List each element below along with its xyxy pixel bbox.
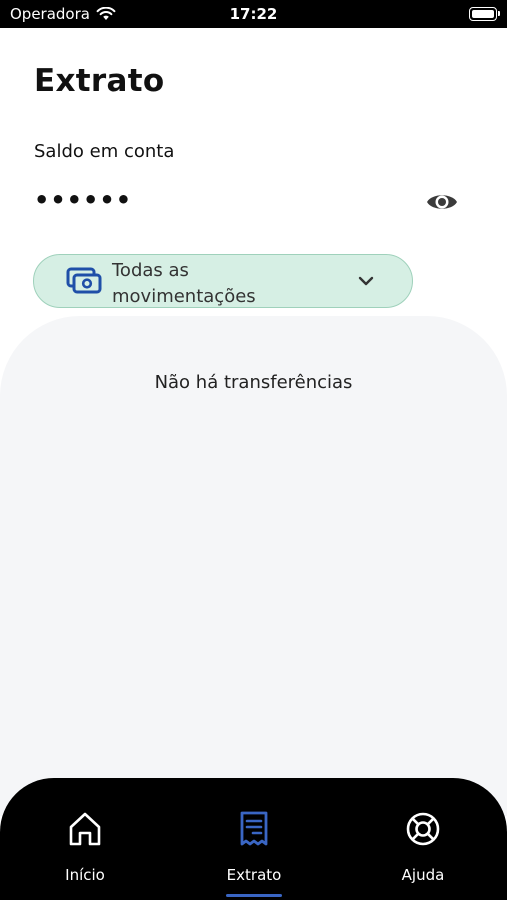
- home-icon: [69, 812, 101, 846]
- chevron-down-icon: [358, 276, 374, 286]
- nav-item-extrato[interactable]: Extrato: [194, 778, 314, 900]
- nav-label-inicio: Início: [65, 866, 105, 884]
- balance-value: ••••••: [34, 186, 133, 214]
- status-time: 17:22: [229, 5, 278, 23]
- transactions-filter-dropdown[interactable]: Todas as movimentações: [33, 254, 413, 308]
- battery-icon: [469, 7, 500, 21]
- receipt-icon: [240, 811, 268, 846]
- status-bar: Operadora 17:22: [0, 0, 507, 28]
- extrato-screen: Operadora 17:22 Extrato Saldo em conta •…: [0, 0, 507, 900]
- lifebuoy-icon: [406, 812, 440, 846]
- nav-item-inicio[interactable]: Início: [25, 778, 145, 900]
- transactions-panel: Não há transferências: [0, 316, 507, 816]
- eye-icon[interactable]: [425, 189, 459, 215]
- balance-label: Saldo em conta: [34, 141, 175, 162]
- nav-item-ajuda[interactable]: Ajuda: [363, 778, 483, 900]
- nav-label-ajuda: Ajuda: [401, 866, 445, 884]
- page-title: Extrato: [34, 63, 165, 99]
- bottom-nav: Início Extrato Ajuda: [0, 778, 507, 900]
- active-tab-indicator: [226, 894, 282, 897]
- nav-label-extrato: Extrato: [226, 866, 282, 884]
- money-icon: [66, 267, 102, 294]
- filter-selected-value: Todas as movimentações: [112, 260, 256, 307]
- empty-state-message: Não há transferências: [154, 372, 353, 393]
